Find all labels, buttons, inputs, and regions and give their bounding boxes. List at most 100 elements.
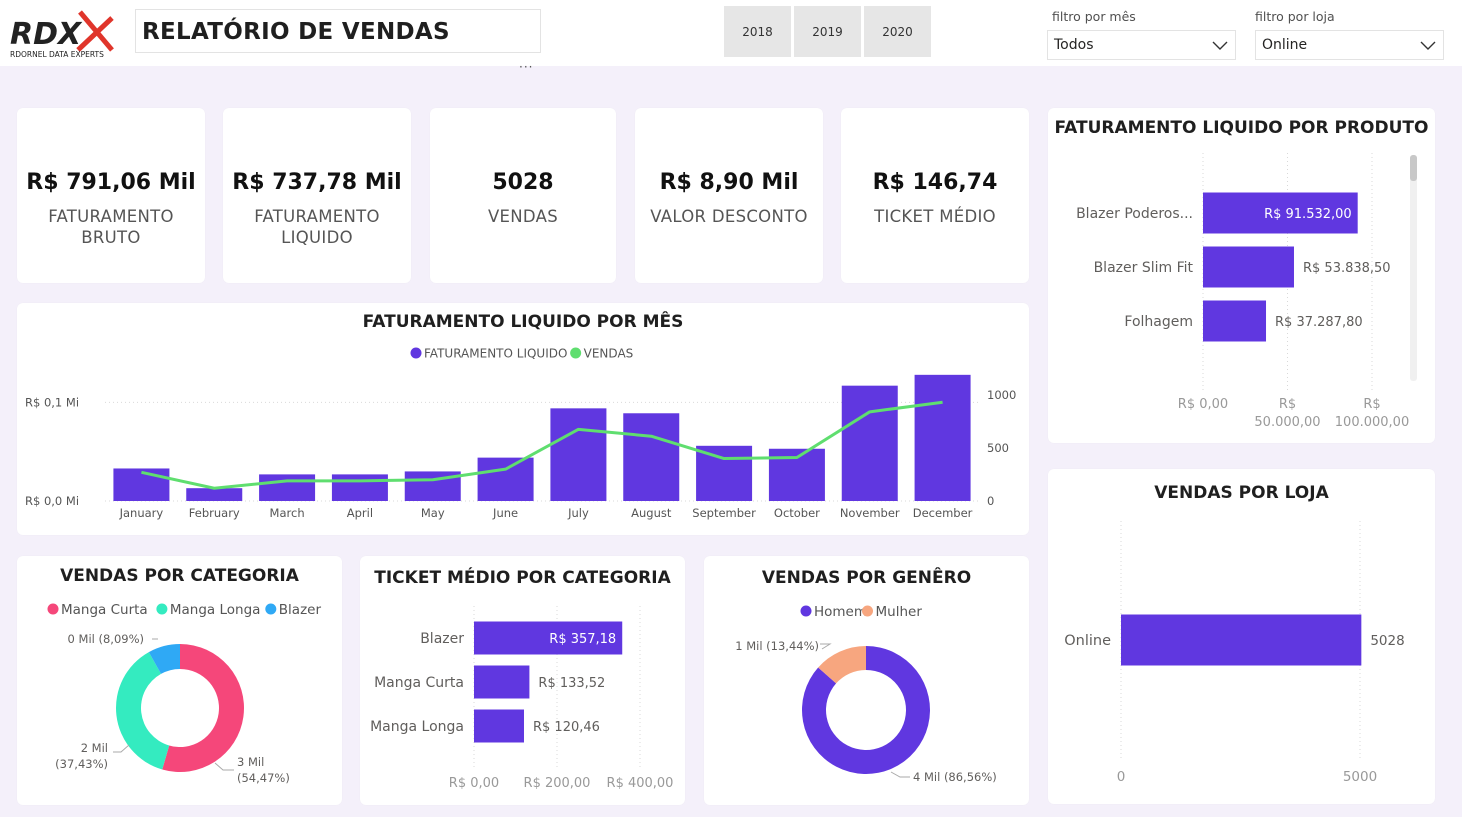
legend-label: FATURAMENTO LIQUIDO [424,347,567,361]
monthly-revenue-chart: FATURAMENTO LIQUIDO VENDAS R$ 0,0 Mi R$ 0,1… [25,347,1016,521]
category-label: Blazer [420,631,464,647]
store-filter-dropdown[interactable]: Online [1255,30,1444,60]
leader-line [214,762,234,771]
year-button-2020[interactable]: 2020 [864,6,931,57]
data-label: 4 Mil (86,56%) [913,770,997,784]
x-tick-label: 0 [1117,769,1126,785]
x-tick-label: 5000 [1343,769,1377,785]
data-label: 2 Mil [81,741,108,755]
x-tick-label: June [492,506,518,520]
kpi-value: R$ 8,90 Mil [659,170,799,195]
chevron-down-icon [1212,41,1228,50]
kpi-label: VALOR DESCONTO [650,207,808,226]
kpi-card-vendas: 5028 VENDAS [430,108,616,283]
x-tick-label: R$ 200,00 [524,776,591,791]
month-filter-dropdown[interactable]: Todos [1047,30,1236,60]
category-donut-chart: Manga Curta Manga Longa Blazer 3 Mil (54,47%… [47,602,321,785]
x-tick-label: April [347,506,373,520]
x-tick-label: 100.000,00 [1335,415,1409,430]
x-tick-label: August [631,506,672,520]
kpi-card-faturamento-liquido: R$ 737,78 Mil FATURAMENTO LIQUIDO [223,108,411,283]
x-tick-label: February [189,506,240,520]
year-button-2018[interactable]: 2018 [724,6,791,57]
data-label: 5028 [1370,633,1404,649]
bar [474,665,530,699]
month-bar [331,474,388,501]
scrollbar-track[interactable] [1410,155,1417,381]
x-tick-label: R$ 400,00 [607,776,674,791]
category-sales-card: VENDAS POR CATEGORIA Manga Curta Manga Lo… [17,556,342,805]
monthly-revenue-card: FATURAMENTO LIQUIDO POR MÊS FATURAMENTO … [17,303,1029,535]
x-tick-label: March [270,506,305,520]
data-label: R$ 357,18 [549,632,616,647]
bar [1203,246,1294,288]
data-label: R$ 53.838,50 [1303,261,1391,276]
legend-label: Manga Longa [170,602,261,618]
y-tick-left: R$ 0,0 Mi [25,494,79,508]
legend-marker [265,603,277,615]
legend-marker [570,347,582,359]
kpi-card-ticket-medio: R$ 146,74 TICKET MÉDIO [841,108,1029,283]
category-label: Blazer Poderos... [1076,206,1193,222]
kpi-value: 5028 [492,170,554,195]
store-filter-value: Online [1262,37,1308,53]
y-tick-right: 500 [987,441,1009,455]
leader-line [890,771,910,778]
kpi-label: TICKET MÉDIO [874,207,996,226]
kpi-card-faturamento-bruto: R$ 791,06 Mil FATURAMENTO BRUTO [17,108,205,283]
kpi-value: R$ 146,74 [872,170,998,195]
legend-marker [862,605,873,617]
x-tick-label: November [840,506,900,520]
kpi-value: R$ 737,78 Mil [232,170,402,195]
legend-label: VENDAS [584,347,634,361]
ticket-category-chart: R$ 0,00 R$ 200,00 R$ 400,00 Blazer R$ 357,18… [370,606,674,791]
data-label: 3 Mil [237,755,264,769]
category-label: Folhagem [1124,314,1193,330]
store-sales-chart: 0 5000 Online 5028 [1064,521,1405,785]
chevron-down-icon [1420,41,1436,50]
leader-line [820,643,832,650]
month-filter-label: filtro por mês [1052,9,1136,24]
legend-label: Homem [814,604,867,620]
legend-marker [156,603,168,615]
kpi-label: FATURAMENTO BRUTO [48,207,174,247]
y-tick-right: 1000 [987,388,1016,402]
page-title: RELATÓRIO DE VENDAS [142,19,450,45]
x-tick-label: R$ [1363,397,1380,412]
x-tick-label: October [774,506,820,520]
x-tick-label: July [567,506,589,520]
year-button-2019[interactable]: 2019 [794,6,861,57]
bar [1121,614,1362,666]
more-options-icon[interactable]: ··· [519,60,533,74]
scrollbar-thumb[interactable] [1410,155,1417,181]
month-filter-value: Todos [1054,37,1094,53]
month-bar [914,374,971,501]
legend-marker [47,603,59,615]
kpi-label: FATURAMENTO LIQUIDO [254,207,380,247]
data-label: R$ 133,52 [538,676,605,691]
category-label: Blazer Slim Fit [1094,260,1194,276]
report-title-box: RELATÓRIO DE VENDAS [135,9,541,53]
gender-donut-chart: Homem Mulher 4 Mil (86,56%) 1 Mil (13,44%) [735,604,997,784]
y-tick-right: 0 [987,494,994,508]
leader-line [113,744,130,753]
x-tick-label: September [692,506,756,520]
kpi-label: VENDAS [487,207,559,226]
rdx-logo: RDX RDORNEL DATA EXPERTS [8,6,118,60]
x-tick-label: December [913,506,973,520]
month-bar [841,385,898,501]
x-tick-label: R$ 0,00 [1178,397,1228,412]
month-bar [623,413,680,501]
month-bar [259,474,316,501]
data-label: R$ 91.532,00 [1264,207,1352,222]
category-label: Manga Curta [374,675,464,691]
data-label: 0 Mil (8,09%) [68,632,144,646]
month-bar [186,488,243,501]
x-tick-label: 50.000,00 [1254,415,1320,430]
legend-marker [410,347,422,359]
category-label: Manga Longa [370,719,464,735]
x-tick-label: R$ 0,00 [449,776,499,791]
x-tick-label: May [421,506,445,520]
data-label: R$ 120,46 [533,720,600,735]
store-sales-card: VENDAS POR LOJA 0 5000 Online 5028 [1048,469,1435,804]
